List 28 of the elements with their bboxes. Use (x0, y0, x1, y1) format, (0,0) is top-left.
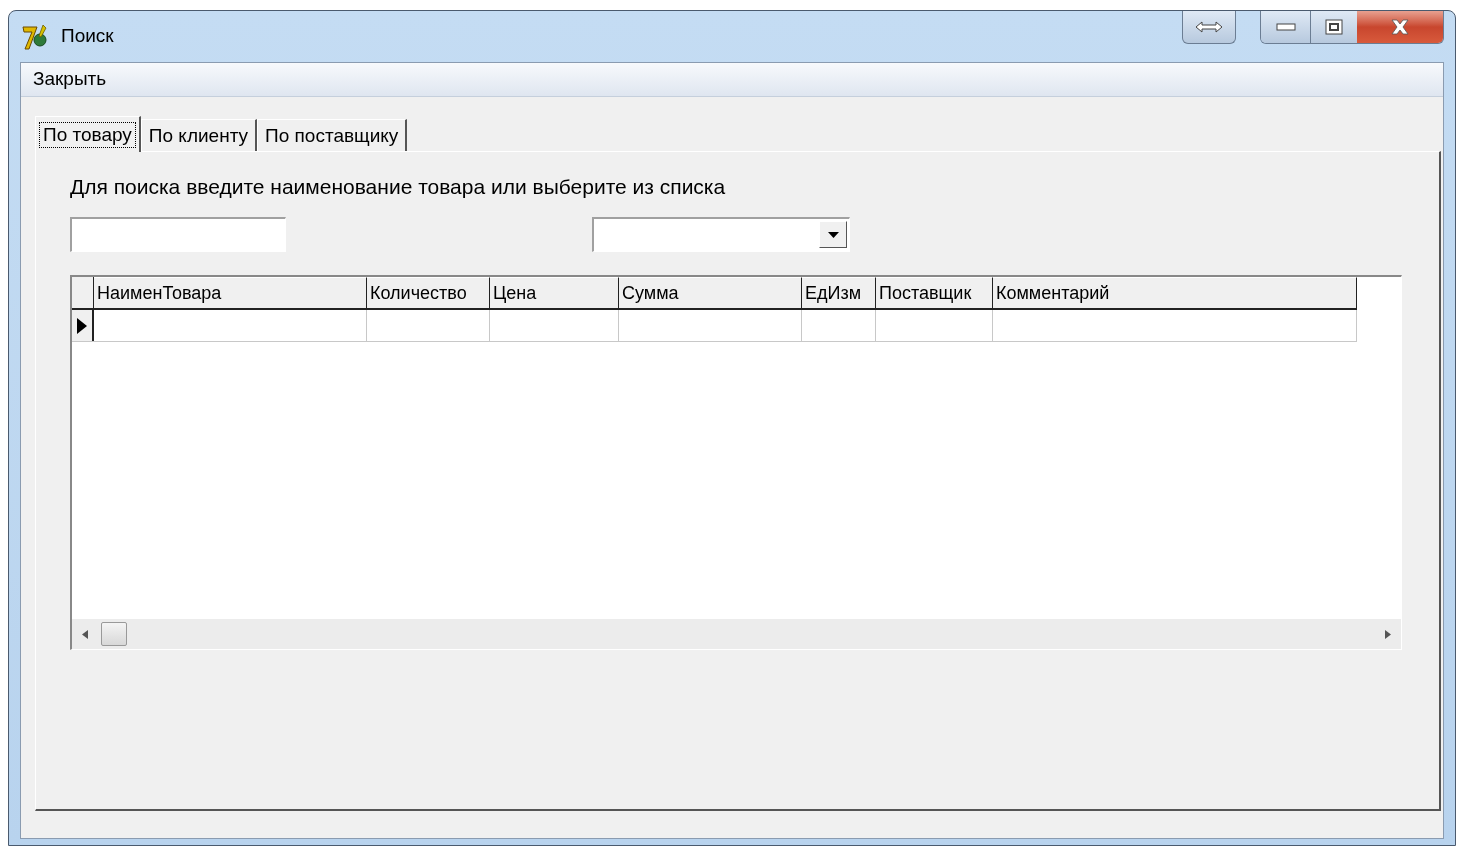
tab[interactable]: По поставщику (257, 119, 408, 151)
minimize-icon (1275, 23, 1296, 31)
column-header[interactable]: Комментарий (993, 277, 1357, 308)
scroll-thumb[interactable] (101, 622, 127, 646)
maximize-icon (1325, 19, 1343, 35)
menu-item[interactable]: Закрыть (24, 65, 116, 94)
scroll-right-icon[interactable] (1385, 629, 1391, 639)
resize-button[interactable] (1182, 11, 1236, 44)
close-icon (1390, 19, 1410, 35)
column-header[interactable]: Сумма (619, 277, 802, 308)
caret-icon (827, 231, 839, 238)
close-button[interactable] (1357, 11, 1443, 43)
tab[interactable]: По клиенту (140, 119, 258, 151)
column-header[interactable]: Поставщик (876, 277, 993, 308)
minimize-button[interactable] (1261, 11, 1311, 43)
search-field[interactable] (70, 216, 286, 252)
list-dropdown[interactable] (592, 216, 850, 252)
double-arrow-icon (1195, 21, 1223, 33)
column-header[interactable]: НаименТовара (94, 277, 367, 308)
scroll-left-icon[interactable] (82, 629, 88, 639)
horizontal-scrollbar[interactable] (72, 619, 1401, 649)
instruction-text: Для поиска введите наименование товара или выберите из списка (70, 174, 727, 200)
column-header[interactable]: Количество (367, 277, 490, 308)
tab[interactable]: По товару (35, 116, 141, 152)
maximize-button[interactable] (1311, 11, 1357, 43)
window-title: Поиск (61, 24, 114, 49)
column-header[interactable]: Цена (490, 277, 619, 308)
column-header[interactable]: ЕдИзм (802, 277, 876, 308)
